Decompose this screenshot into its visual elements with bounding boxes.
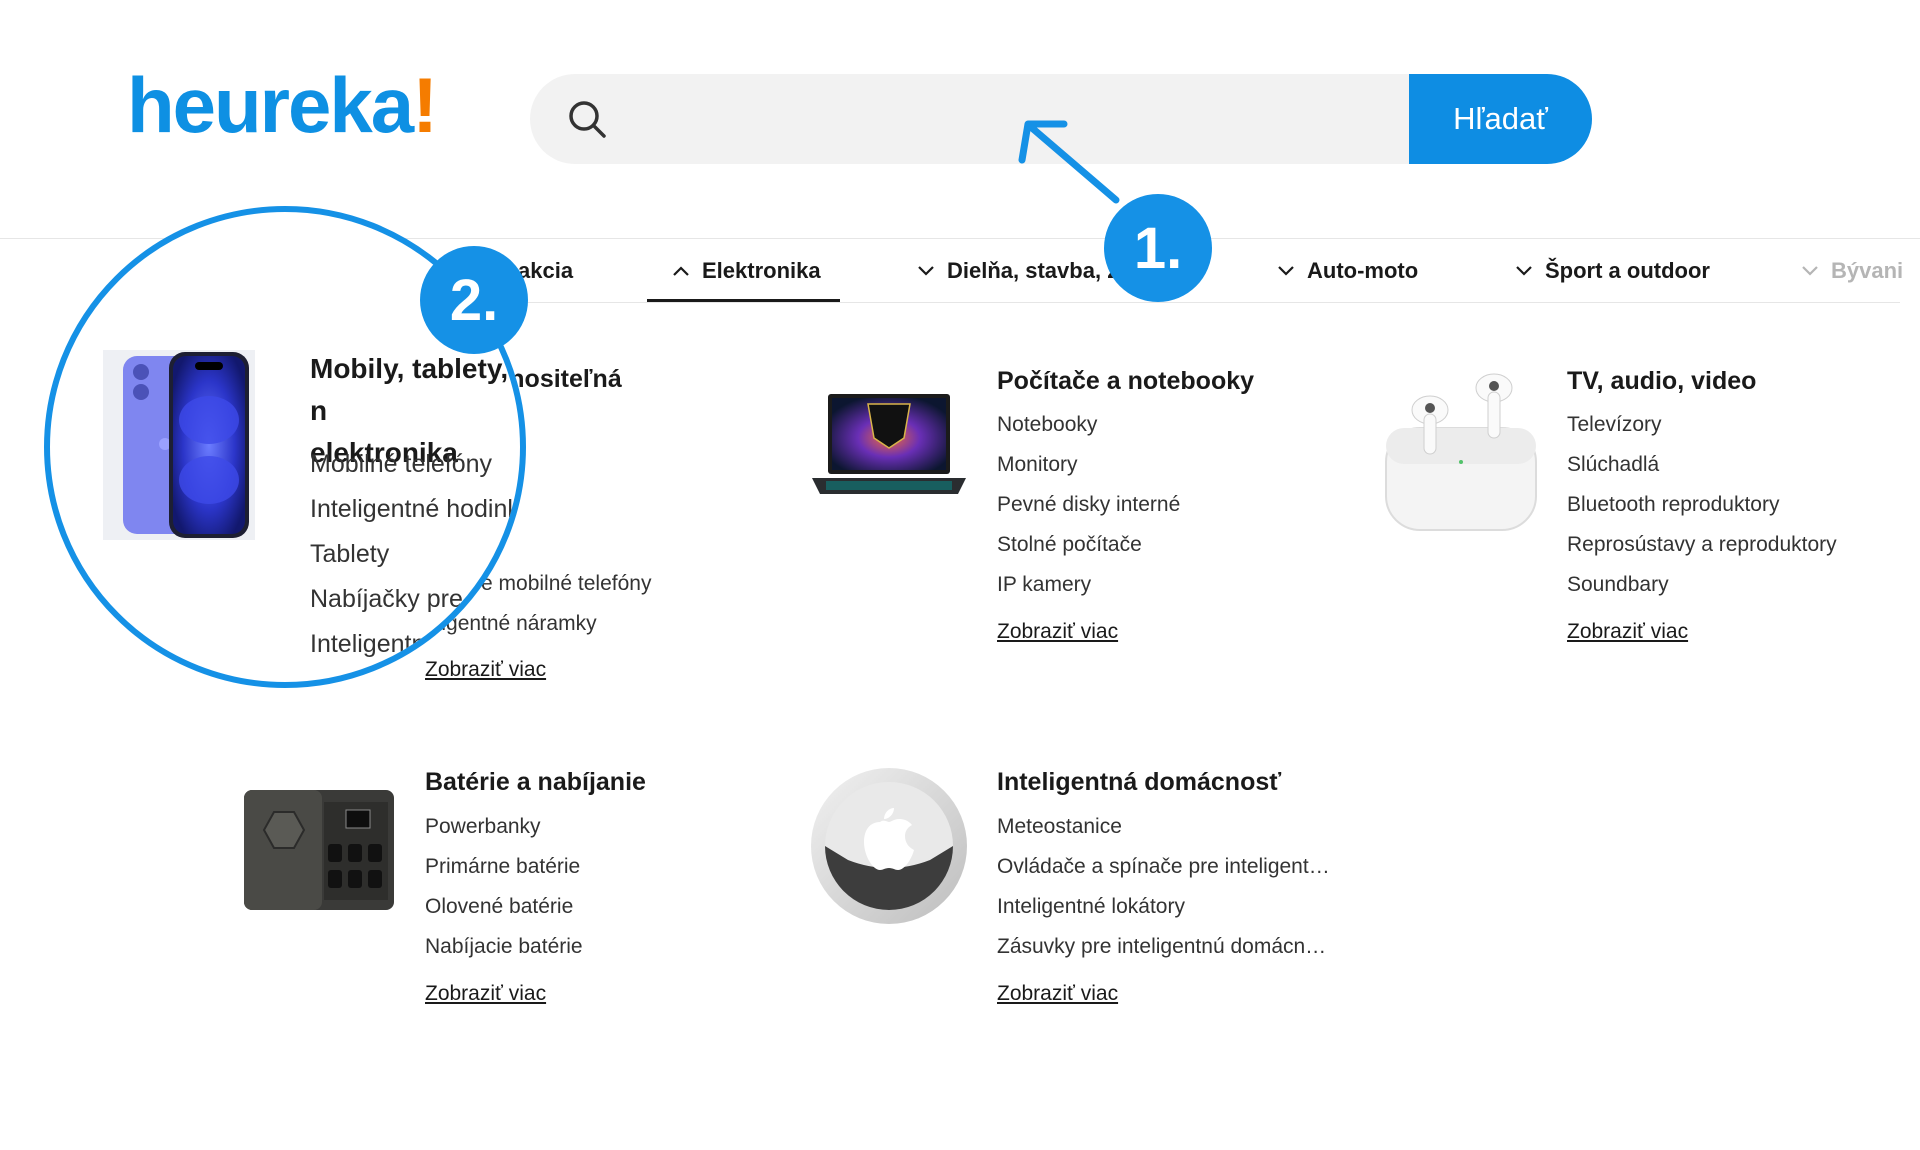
list-item[interactable]: Slúchadlá <box>1567 445 1837 485</box>
tab-label: Auto-moto <box>1307 258 1419 283</box>
category-list: Notebooky Monitory Pevné disky interné S… <box>997 405 1180 605</box>
chevron-down-icon <box>918 266 934 276</box>
chevron-down-icon <box>1516 266 1532 276</box>
chevron-down-icon <box>1802 266 1818 276</box>
magnified-category-list: Mobilné telefóny Inteligentné hodinky Ta… <box>310 442 520 667</box>
search-input[interactable] <box>630 74 1334 164</box>
tab-byvanie[interactable]: Bývani <box>1801 258 1903 284</box>
category-title[interactable]: Batérie a nabíjanie <box>425 763 646 801</box>
category-title[interactable]: Počítače a notebooky <box>997 362 1254 400</box>
list-item[interactable]: Pevné disky interné <box>997 485 1180 525</box>
step-badge-2: 2. <box>420 246 528 354</box>
arrow-icon <box>1018 120 1120 204</box>
list-item[interactable]: Powerbanky <box>425 807 583 847</box>
list-item[interactable]: Bluetooth reproduktory <box>1567 485 1837 525</box>
list-item[interactable]: Stolné počítače <box>997 525 1180 565</box>
list-item[interactable]: Primárne batérie <box>425 847 583 887</box>
airpods-image <box>1385 373 1537 531</box>
tab-auto-moto[interactable]: Auto-moto <box>1277 258 1418 284</box>
search-icon <box>569 101 606 138</box>
tabs-divider <box>520 302 1900 303</box>
tab-label: akcia <box>518 258 574 283</box>
search-button[interactable]: Hľadať <box>1409 74 1592 164</box>
tab-label: Šport a outdoor <box>1545 258 1710 283</box>
tab-sport-outdoor[interactable]: Šport a outdoor <box>1515 258 1710 284</box>
show-more-link[interactable]: Zobraziť viac <box>1567 620 1688 644</box>
category-title[interactable]: TV, audio, video <box>1567 362 1756 400</box>
logo-text: heureka <box>127 61 414 149</box>
category-list: Powerbanky Primárne batérie Olovené baté… <box>425 807 583 967</box>
title-line: Mobily, tablety, n <box>310 353 509 426</box>
list-item[interactable]: Inteligentné hodinky <box>310 487 520 532</box>
list-item[interactable]: Soundbary <box>1567 565 1837 605</box>
list-item[interactable]: Olovené batérie <box>425 887 583 927</box>
tab-label: Elektronika <box>702 258 821 283</box>
airtag-image <box>811 768 967 924</box>
list-item[interactable]: Inteligentné <box>310 622 520 667</box>
step-badge-1: 1. <box>1104 194 1212 302</box>
tab-label: Bývani <box>1831 258 1904 283</box>
tab-label: Dielňa, stavba, z <box>947 258 1119 283</box>
list-item[interactable]: Ovládače a spínače pre inteligent… <box>997 847 1330 887</box>
show-more-link[interactable]: Zobraziť viac <box>997 982 1118 1006</box>
list-item[interactable]: IP kamery <box>997 565 1180 605</box>
phone-image <box>103 350 255 540</box>
laptop-image <box>812 394 966 494</box>
list-item[interactable]: Televízory <box>1567 405 1837 445</box>
list-item[interactable]: Inteligentné lokátory <box>997 887 1330 927</box>
chevron-up-icon <box>673 266 689 276</box>
list-item[interactable]: Tablety <box>310 532 520 577</box>
show-more-link[interactable]: Zobraziť viac <box>425 982 546 1006</box>
tab-elektronika[interactable]: Elektronika <box>672 258 821 284</box>
list-item[interactable]: Monitory <box>997 445 1180 485</box>
list-item[interactable]: Reprosústavy a reproduktory <box>1567 525 1837 565</box>
list-item[interactable]: Mobilné telefóny <box>310 442 520 487</box>
logo-mark: ! <box>412 61 438 149</box>
show-more-link[interactable]: Zobraziť viac <box>997 620 1118 644</box>
category-title[interactable]: Inteligentná domácnosť <box>997 763 1281 801</box>
tab-dielna[interactable]: Dielňa, stavba, z <box>917 258 1118 284</box>
power-station-image <box>244 790 394 910</box>
list-item[interactable]: Meteostanice <box>997 807 1330 847</box>
heureka-logo[interactable]: heureka! <box>127 66 438 144</box>
list-item[interactable]: Zásuvky pre inteligentnú domácn… <box>997 927 1330 967</box>
list-item[interactable]: Notebooky <box>997 405 1180 445</box>
list-item[interactable]: Nabíjačky pre m <box>310 577 520 622</box>
list-item[interactable]: Nabíjacie batérie <box>425 927 583 967</box>
chevron-down-icon <box>1278 266 1294 276</box>
tab-akcia[interactable]: akcia <box>518 258 573 284</box>
category-list: Meteostanice Ovládače a spínače pre inte… <box>997 807 1330 967</box>
category-list: Televízory Slúchadlá Bluetooth reprodukt… <box>1567 405 1837 605</box>
